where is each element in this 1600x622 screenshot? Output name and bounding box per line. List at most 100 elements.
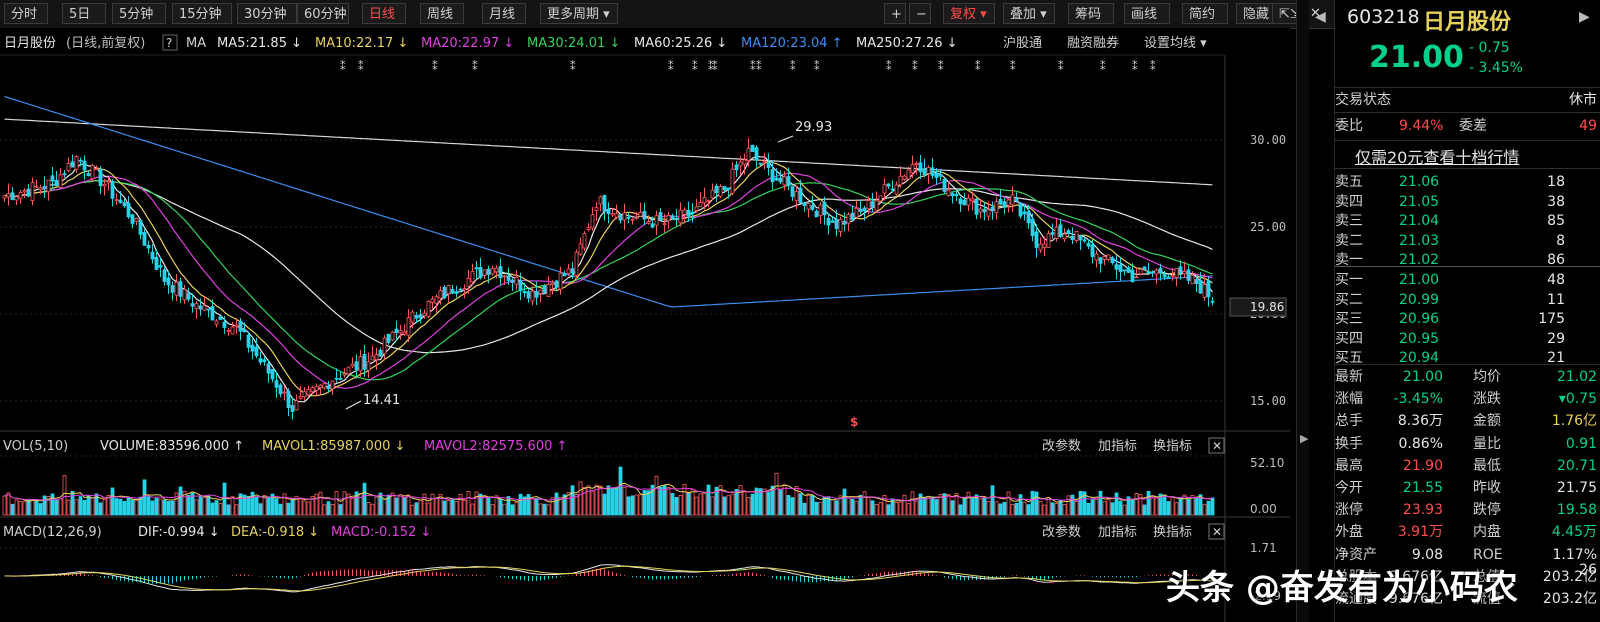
- candle[interactable]: [978, 208, 983, 213]
- volume-bar[interactable]: [298, 498, 303, 516]
- volume-bar[interactable]: [962, 497, 967, 516]
- candle[interactable]: [378, 349, 383, 357]
- candle[interactable]: [970, 198, 975, 202]
- candle[interactable]: [682, 209, 687, 215]
- candle[interactable]: [858, 209, 863, 212]
- candle[interactable]: [818, 204, 823, 216]
- candle[interactable]: [766, 162, 771, 168]
- event-marker-icon[interactable]: ⁑: [938, 60, 944, 73]
- volume-bar[interactable]: [906, 503, 911, 516]
- candle[interactable]: [718, 186, 723, 197]
- volume-bar[interactable]: [514, 501, 519, 516]
- candle[interactable]: [790, 186, 795, 197]
- volume-bar[interactable]: [654, 475, 659, 516]
- volume-bar[interactable]: [622, 486, 627, 516]
- candle[interactable]: [486, 268, 491, 275]
- candle[interactable]: [86, 173, 91, 177]
- candle[interactable]: [794, 191, 799, 202]
- candle[interactable]: [490, 268, 495, 275]
- volume-bar[interactable]: [614, 486, 619, 516]
- candle[interactable]: [326, 386, 331, 390]
- candle[interactable]: [634, 217, 639, 219]
- candle[interactable]: [406, 317, 411, 336]
- candle[interactable]: [22, 190, 27, 193]
- candle[interactable]: [66, 163, 71, 172]
- volume-bar[interactable]: [86, 495, 91, 516]
- candle[interactable]: [1070, 235, 1075, 240]
- candle[interactable]: [742, 159, 747, 165]
- volume-bar[interactable]: [958, 504, 963, 516]
- ma-settings-link[interactable]: 设置均线 ▾: [1144, 36, 1207, 51]
- volume-bar[interactable]: [902, 494, 907, 516]
- candle[interactable]: [590, 214, 595, 229]
- candle[interactable]: [350, 363, 355, 367]
- volume-bar[interactable]: [950, 500, 955, 516]
- candle[interactable]: [942, 178, 947, 192]
- volume-bar[interactable]: [6, 492, 11, 516]
- candle[interactable]: [322, 383, 327, 389]
- prev-stock-icon[interactable]: ◀: [1315, 9, 1326, 25]
- candle[interactable]: [446, 285, 451, 295]
- candle[interactable]: [850, 212, 855, 221]
- volume-bar[interactable]: [678, 495, 683, 516]
- volume-bar[interactable]: [138, 496, 143, 516]
- volume-bar[interactable]: [706, 484, 711, 516]
- volume-bar[interactable]: [186, 495, 191, 516]
- candle[interactable]: [890, 188, 895, 191]
- candle[interactable]: [450, 288, 455, 294]
- candle[interactable]: [1174, 268, 1179, 278]
- volume-bar[interactable]: [450, 499, 455, 516]
- candle[interactable]: [638, 212, 643, 217]
- volume-bar[interactable]: [362, 482, 367, 516]
- candle[interactable]: [938, 174, 943, 177]
- candle[interactable]: [470, 271, 475, 283]
- candle[interactable]: [42, 186, 47, 190]
- volume-bar[interactable]: [1030, 490, 1035, 516]
- candle[interactable]: [830, 220, 835, 223]
- candle[interactable]: [190, 303, 195, 307]
- candle[interactable]: [286, 391, 291, 409]
- candle[interactable]: [1010, 194, 1015, 205]
- volume-bar[interactable]: [694, 496, 699, 516]
- candle[interactable]: [482, 269, 487, 276]
- event-marker-icon[interactable]: ⁑: [975, 60, 981, 73]
- candle[interactable]: [254, 346, 259, 357]
- candle[interactable]: [870, 201, 875, 208]
- volume-bar[interactable]: [54, 499, 59, 516]
- candle[interactable]: [198, 305, 203, 310]
- volume-bar[interactable]: [930, 496, 935, 516]
- volume-bar[interactable]: [1046, 497, 1051, 516]
- event-marker-icon[interactable]: ⁑: [912, 60, 918, 73]
- volume-bar[interactable]: [474, 491, 479, 516]
- order-book-row[interactable]: 卖一 21.02 86: [1335, 250, 1600, 270]
- candle[interactable]: [182, 289, 187, 301]
- candle[interactable]: [498, 266, 503, 279]
- candle[interactable]: [366, 361, 371, 371]
- volume-bar[interactable]: [990, 485, 995, 516]
- volume-bar[interactable]: [842, 488, 847, 516]
- volume-bar[interactable]: [402, 497, 407, 516]
- candle[interactable]: [886, 183, 891, 187]
- volume-bar[interactable]: [1090, 499, 1095, 516]
- volume-bar[interactable]: [630, 495, 635, 516]
- volume-bar[interactable]: [350, 497, 355, 516]
- candle[interactable]: [134, 217, 139, 222]
- volume-bar[interactable]: [886, 504, 891, 516]
- volume-bar[interactable]: [430, 493, 435, 516]
- candle[interactable]: [1034, 231, 1039, 248]
- candle[interactable]: [90, 165, 95, 180]
- candle[interactable]: [178, 281, 183, 297]
- candle[interactable]: [834, 218, 839, 229]
- margin-trading-link[interactable]: 融资融券: [1067, 35, 1119, 51]
- candle[interactable]: [1050, 232, 1055, 235]
- candle[interactable]: [342, 373, 347, 376]
- volume-bar[interactable]: [466, 491, 471, 516]
- volume-bar[interactable]: [374, 496, 379, 516]
- candle[interactable]: [218, 316, 223, 321]
- volume-bar[interactable]: [806, 493, 811, 516]
- volume-bar[interactable]: [82, 499, 87, 516]
- candle[interactable]: [10, 192, 15, 201]
- vol-edit-params-button[interactable]: 改参数: [1042, 438, 1081, 454]
- candle[interactable]: [1182, 271, 1187, 275]
- volume-bar[interactable]: [1086, 502, 1091, 516]
